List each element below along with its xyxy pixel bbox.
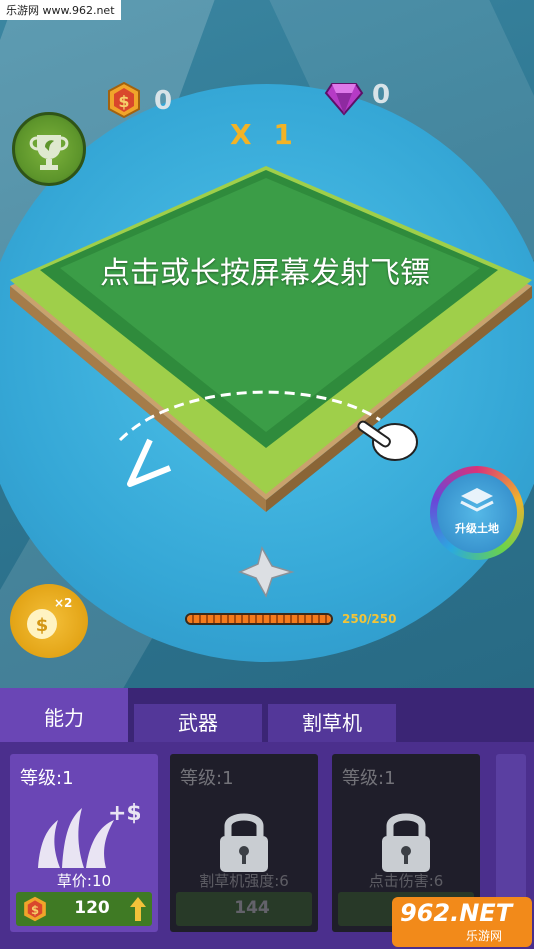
card-level: 等级:1 — [180, 768, 234, 789]
card-level: 等级:1 — [342, 768, 396, 789]
trophy-button[interactable] — [12, 112, 86, 186]
gem-icon — [324, 83, 364, 116]
boost-badge: ×2 — [54, 596, 73, 610]
card-caption: 割草机强度:6 — [199, 872, 289, 890]
upgrade-land-button[interactable]: 升级土地 — [430, 466, 524, 560]
tab-bar: 能力 武器 割草机 — [0, 688, 534, 742]
card-caption: 草价:10 — [56, 872, 112, 890]
game-stage[interactable]: 乐游网 www.962.net $ 0 0 X 1 点击或长按屏幕发射飞镖 升级… — [0, 0, 534, 690]
svg-text:+$: +$ — [108, 801, 140, 826]
buy-button[interactable]: $ 120 — [16, 892, 152, 926]
tab-ability[interactable]: 能力 — [0, 688, 128, 742]
card-caption: 点击伤害:6 — [368, 872, 444, 890]
tab-mower[interactable]: 割草机 — [268, 704, 396, 742]
arrow-up-icon — [130, 897, 146, 921]
svg-text:$: $ — [118, 92, 129, 111]
site-logo: 962.NET 乐游网 — [392, 897, 532, 947]
tab-weapon[interactable]: 武器 — [134, 704, 262, 742]
layers-icon — [460, 488, 494, 512]
stamina-bar-fill — [187, 615, 331, 623]
lock-icon — [220, 813, 268, 872]
coin-count: 0 — [154, 86, 173, 116]
coin-icon: $ — [24, 896, 46, 922]
site-watermark: 乐游网 www.962.net — [0, 0, 121, 20]
svg-text:$: $ — [36, 615, 49, 636]
svg-text:$: $ — [31, 903, 39, 917]
dollar-coin-icon: $ — [27, 609, 57, 639]
upgrade-card-grass-price[interactable]: 等级:1 +$ 草价:10 $ 120 — [10, 754, 158, 932]
upgrade-land-label: 升级土地 — [455, 522, 499, 535]
tap-hint-text: 点击或长按屏幕发射飞镖 — [100, 256, 430, 291]
buy-price: 120 — [74, 898, 110, 918]
stamina-text: 250/250 — [342, 612, 397, 626]
card-level: 等级:1 — [20, 768, 74, 789]
multiplier-text: X 1 — [230, 118, 299, 151]
gem-count: 0 — [372, 80, 391, 110]
grass-icon: +$ — [38, 801, 140, 868]
logo-subtext: 乐游网 — [466, 929, 503, 943]
upgrade-card-mower-strength: 等级:1 割草机强度:6 144 — [170, 754, 318, 932]
buy-price: 144 — [234, 898, 270, 918]
coin-icon: $ — [108, 82, 140, 118]
lock-icon — [382, 813, 430, 872]
stamina-bar — [185, 613, 333, 625]
buy-button-disabled: 144 — [176, 892, 312, 926]
logo-text: 962.NET — [400, 899, 513, 927]
coin-boost-button[interactable]: $ ×2 — [10, 584, 88, 658]
trophy-icon — [29, 135, 69, 170]
